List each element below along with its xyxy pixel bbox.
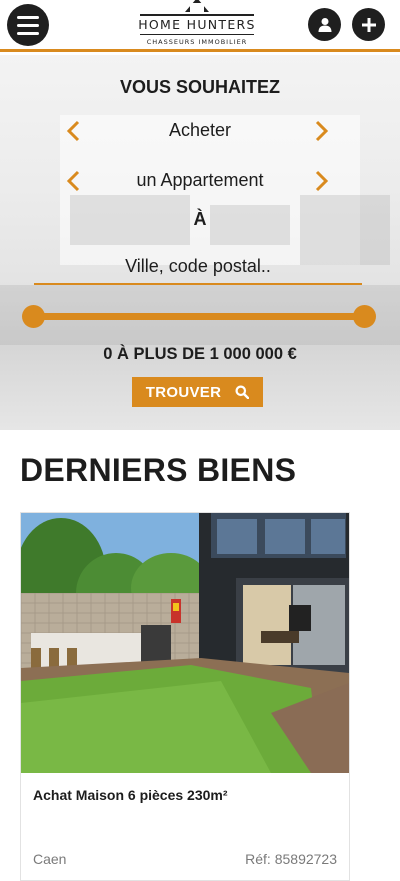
latest-listings-title: DERNIERS BIENS <box>20 452 297 488</box>
price-slider-min-handle[interactable] <box>22 305 45 328</box>
house-photo-illustration <box>21 513 349 773</box>
listing-card[interactable]: Achat Maison 6 pièces 230m² Caen Réf: 85… <box>20 512 350 881</box>
price-range-text: 0 À PLUS DE 1 000 000 € <box>103 345 297 363</box>
listing-city: Caen <box>33 851 67 867</box>
search-title: VOUS SOUHAITEZ <box>119 77 280 97</box>
price-slider-track[interactable] <box>33 313 365 320</box>
listing-photo[interactable] <box>21 513 349 773</box>
logo-rule <box>140 34 254 35</box>
transaction-type-selector: Acheter <box>0 117 400 147</box>
plus-icon <box>361 17 376 32</box>
location-label: À <box>193 209 207 229</box>
hamburger-icon <box>17 15 39 19</box>
house-roof-inner <box>190 3 204 12</box>
transaction-type-value: Acheter <box>168 120 232 140</box>
page: HOME HUNTERS CHASSEURS IMMOBILIER VOUS S… <box>0 0 400 881</box>
search-button-label: TROUVER <box>145 383 222 401</box>
logo-rule <box>140 14 254 16</box>
add-property-button[interactable] <box>352 8 385 41</box>
listing-reference: Réf: 85892723 <box>245 851 337 867</box>
menu-button[interactable] <box>7 4 49 46</box>
listing-title[interactable]: Achat Maison 6 pièces 230m² <box>33 787 228 803</box>
site-header: HOME HUNTERS CHASSEURS IMMOBILIER <box>0 0 400 52</box>
chevron-left-icon[interactable] <box>64 119 84 143</box>
location-input[interactable] <box>34 249 362 285</box>
property-type-value: un Appartement <box>136 170 264 190</box>
user-icon <box>318 17 331 32</box>
chevron-right-icon[interactable] <box>311 169 331 193</box>
hamburger-icon-bar <box>17 23 39 27</box>
logo-subtitle: CHASSEURS IMMOBILIER <box>146 38 248 46</box>
price-slider-max-handle[interactable] <box>353 305 376 328</box>
logo-title: HOME HUNTERS <box>138 17 256 32</box>
search-button[interactable]: TROUVER <box>132 377 263 407</box>
search-panel: VOUS SOUHAITEZ Acheter un Appartement À … <box>0 55 400 430</box>
property-type-selector: un Appartement <box>0 167 400 197</box>
chevron-left-icon[interactable] <box>64 169 84 193</box>
hamburger-icon-bar <box>17 31 39 35</box>
site-logo[interactable]: HOME HUNTERS CHASSEURS IMMOBILIER <box>132 0 262 50</box>
account-button[interactable] <box>308 8 341 41</box>
search-icon <box>235 385 250 399</box>
chevron-right-icon[interactable] <box>311 119 331 143</box>
